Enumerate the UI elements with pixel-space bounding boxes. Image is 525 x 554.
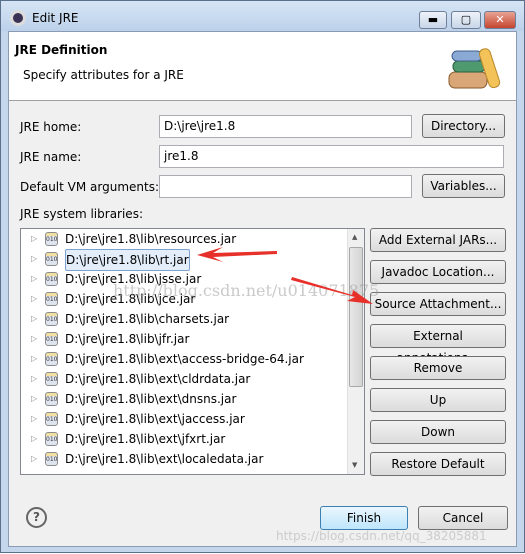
edit-jre-dialog: Edit JRE ▬ ▢ ✕ JRE Definition Specify at…	[0, 0, 525, 553]
annotation-arrow	[197, 247, 373, 304]
annotation-arrows	[197, 247, 373, 304]
